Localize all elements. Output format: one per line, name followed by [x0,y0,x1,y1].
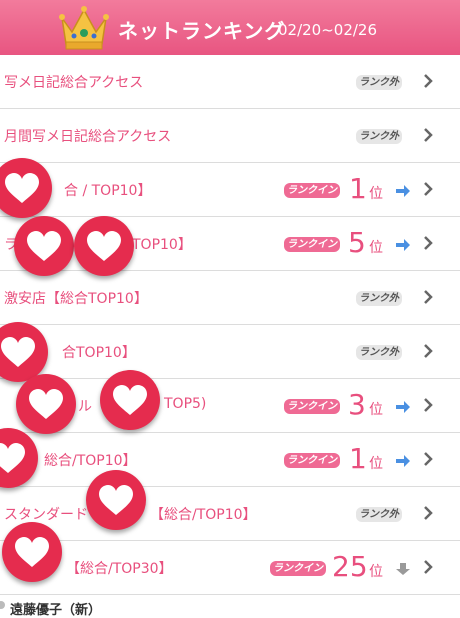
chevron-right-icon [424,506,433,520]
bullet-icon [0,601,5,609]
heart-reaction-bubble[interactable] [86,470,146,530]
ranking-row-label: スタンダード [4,507,88,523]
header-title: ネットランキング [118,19,286,43]
rank-number: 1 [349,442,367,475]
footer-name-bar: 遠藤優子（新） [0,597,460,618]
ranking-row-label: 【総合/TOP30】 [66,561,173,577]
ranking-row-label: 合TOP10】 [62,345,136,361]
chevron-right-icon [424,236,433,250]
chevron-right-icon [424,452,433,466]
chevron-right-icon [424,290,433,304]
ranking-row-label: 写メ日記総合アクセス [4,75,144,91]
heart-reaction-bubble[interactable] [16,374,76,434]
heart-reaction-bubble[interactable] [2,522,62,582]
ranking-list: 写メ日記総合アクセス ランク外 月間写メ日記総合アクセス ランク外 合 / TO… [0,55,460,595]
rank-out-badge: ランク外 [356,291,402,306]
ranking-row[interactable]: 月間写メ日記総合アクセス ランク外 [0,109,460,163]
trend-down-arrow-icon [396,563,410,575]
profile-name: 遠藤優子（新） [10,603,102,618]
rank-number: 3 [348,388,366,421]
ranking-row[interactable]: スタンダード 【総合/TOP10】 ランク外 [0,487,460,541]
chevron-right-icon [424,128,433,142]
ranking-row-label: 激安店【総合TOP10】 [4,291,148,307]
chevron-right-icon [424,182,433,196]
ranking-row-label: 合 / TOP10】 [64,183,152,199]
heart-icon [1,337,35,367]
header-date-range: 02/20~02/26 [278,21,378,39]
heart-reaction-bubble[interactable] [100,370,160,430]
ranking-row[interactable]: 【総合/TOP30】 ランクイン 25 位 [0,541,460,595]
trend-right-arrow-icon [396,239,410,251]
rank-in-badge: ランクイン [270,561,326,576]
rank-number: 1 [349,172,367,205]
heart-icon [15,537,49,567]
rank-number: 25 [332,550,368,583]
heart-icon [113,385,147,415]
heart-icon [87,231,121,261]
trend-right-arrow-icon [396,455,410,467]
ranking-row-label: 総合/TOP10】 [44,453,137,469]
rank-out-badge: ランク外 [356,129,402,144]
chevron-right-icon [424,344,433,358]
ranking-row[interactable]: 激安店【総合TOP10】 ランク外 [0,271,460,325]
ranking-row[interactable]: 総合/TOP10】 ランクイン 1 位 [0,433,460,487]
chevron-right-icon [424,74,433,88]
ranking-row[interactable]: 写メ日記総合アクセス ランク外 [0,55,460,109]
trend-right-arrow-icon [396,401,410,413]
heart-icon [99,485,133,515]
rank-unit: 位 [369,186,383,202]
trend-right-arrow-icon [396,185,410,197]
rank-in-badge: ランクイン [284,237,340,252]
ranking-header: ネットランキング 02/20~02/26 [0,0,460,55]
heart-icon [0,443,25,473]
heart-icon [5,173,39,203]
chevron-right-icon [424,398,433,412]
rank-out-badge: ランク外 [356,345,402,360]
ranking-row-label: TOP5) [164,396,207,412]
ranking-row-label-suffix: 【総合/TOP10】 [150,507,257,523]
rank-in-badge: ランクイン [284,453,340,468]
ranking-row[interactable]: 合TOP10】 ランク外 [0,325,460,379]
ranking-row-label: TOP10】 [132,237,192,253]
ranking-row-prefix: ル [78,399,92,415]
heart-icon [27,231,61,261]
heart-icon [29,389,63,419]
rank-unit: 位 [369,564,383,580]
rank-in-badge: ランクイン [284,183,340,198]
ranking-row[interactable]: 合 / TOP10】 ランクイン 1 位 [0,163,460,217]
rank-unit: 位 [369,456,383,472]
ranking-row-label: 月間写メ日記総合アクセス [4,129,172,145]
rank-unit: 位 [369,240,383,256]
chevron-right-icon [424,560,433,574]
crown-icon [59,6,109,50]
rank-out-badge: ランク外 [356,75,402,90]
rank-in-badge: ランクイン [284,399,340,414]
rank-unit: 位 [369,402,383,418]
heart-reaction-bubble[interactable] [74,216,134,276]
rank-out-badge: ランク外 [356,507,402,522]
rank-number: 5 [348,226,366,259]
heart-reaction-bubble[interactable] [14,216,74,276]
